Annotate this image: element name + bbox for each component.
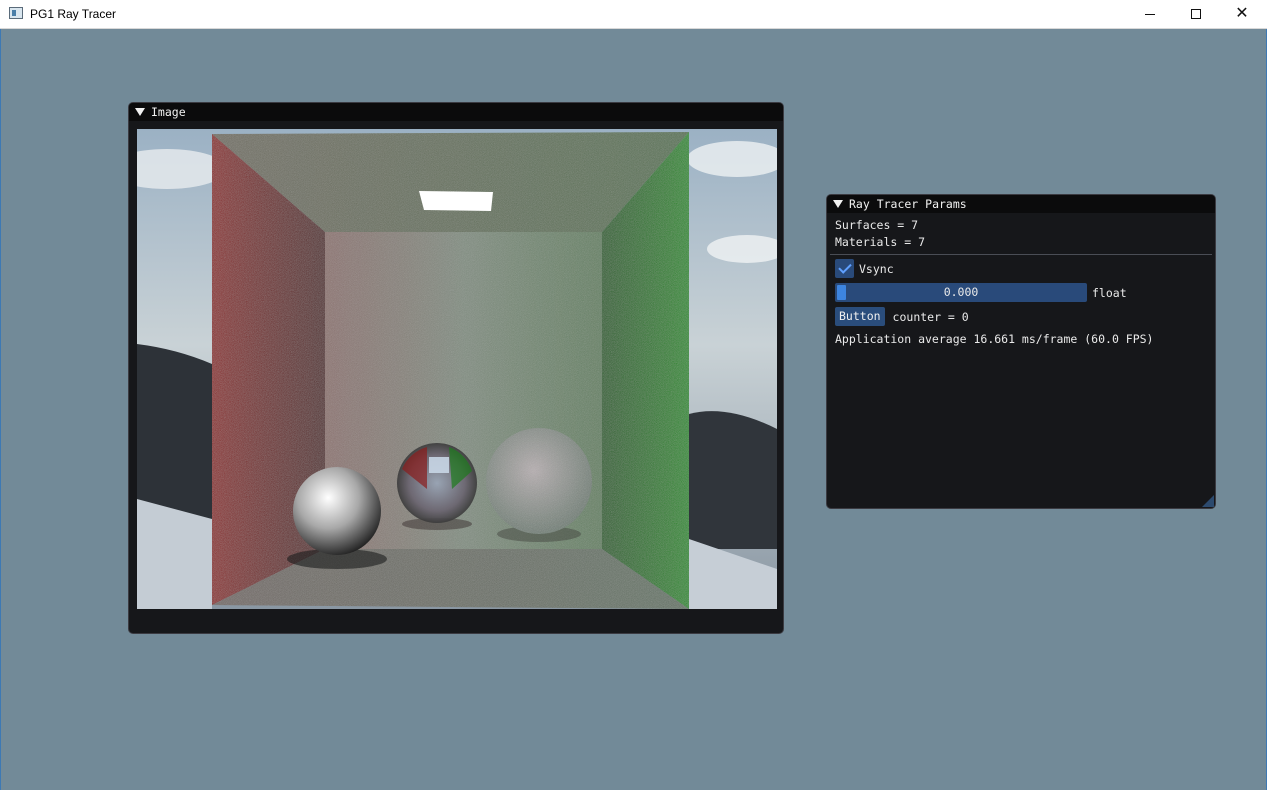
maximize-button[interactable] bbox=[1173, 0, 1219, 28]
window-title: PG1 Ray Tracer bbox=[30, 7, 117, 21]
slider-value: 0.000 bbox=[943, 285, 979, 299]
maximize-icon bbox=[1191, 9, 1201, 19]
separator bbox=[830, 254, 1212, 255]
window-border-left bbox=[0, 29, 1, 790]
close-icon: ✕ bbox=[1235, 5, 1249, 22]
close-button[interactable]: ✕ bbox=[1219, 0, 1265, 28]
vsync-checkbox[interactable] bbox=[835, 259, 854, 278]
checkmark-icon bbox=[837, 260, 852, 274]
params-panel-titlebar[interactable]: Ray Tracer Params bbox=[827, 195, 1215, 213]
area-light bbox=[419, 191, 493, 211]
rendered-image bbox=[137, 129, 777, 609]
materials-count: Materials = 7 bbox=[835, 235, 926, 249]
minimize-icon bbox=[1145, 13, 1155, 15]
counter-text: counter = 0 bbox=[892, 309, 969, 324]
ray-tracer-params-panel[interactable]: Ray Tracer Params Surfaces = 7 Materials… bbox=[826, 194, 1216, 509]
image-panel[interactable]: Image bbox=[128, 102, 784, 634]
collapse-arrow-icon[interactable] bbox=[135, 108, 145, 116]
image-panel-titlebar[interactable]: Image bbox=[129, 103, 783, 121]
minimize-button[interactable] bbox=[1127, 0, 1173, 28]
slider-label: float bbox=[1092, 285, 1127, 300]
params-panel-title: Ray Tracer Params bbox=[849, 197, 967, 211]
window-titlebar[interactable]: PG1 Ray Tracer ✕ bbox=[0, 0, 1267, 29]
collapse-arrow-icon[interactable] bbox=[833, 200, 843, 208]
resize-grip-icon[interactable] bbox=[1202, 495, 1214, 507]
fps-readout: Application average 16.661 ms/frame (60.… bbox=[835, 332, 1154, 346]
app-icon bbox=[9, 7, 23, 19]
counter-button[interactable]: Button bbox=[835, 307, 885, 326]
surfaces-count: Surfaces = 7 bbox=[835, 218, 919, 232]
vsync-label: Vsync bbox=[859, 261, 894, 276]
float-slider[interactable]: 0.000 bbox=[835, 283, 1087, 302]
cornell-box-render bbox=[137, 129, 777, 609]
image-panel-title: Image bbox=[151, 105, 186, 119]
